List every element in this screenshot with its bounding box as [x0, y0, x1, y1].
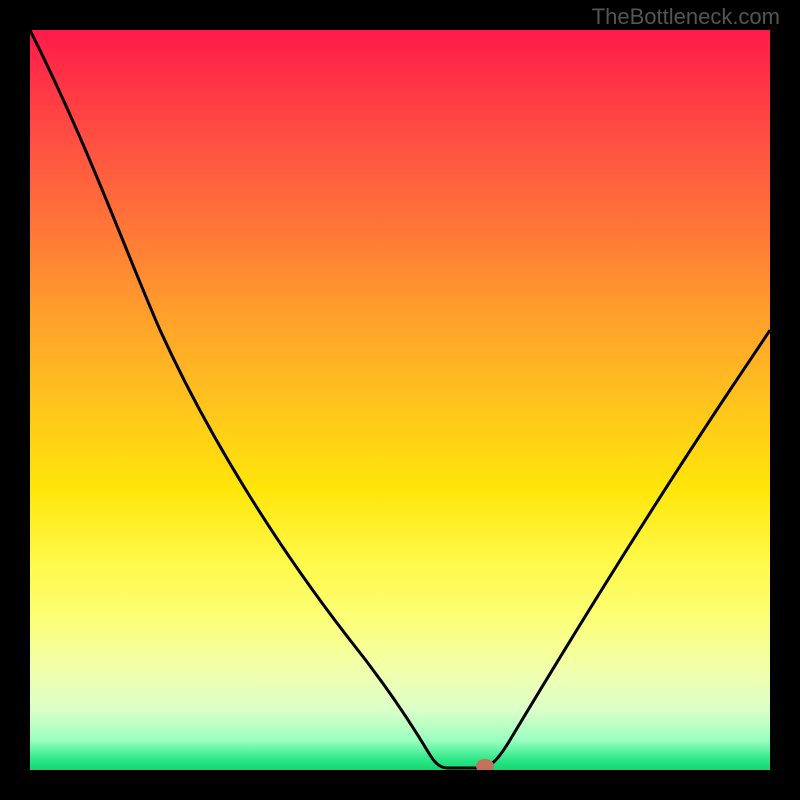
watermark-text: TheBottleneck.com — [592, 4, 780, 30]
optimal-point-marker — [476, 759, 494, 770]
plot-area — [30, 30, 770, 770]
curve-layer — [30, 30, 770, 770]
bottleneck-curve-path — [30, 30, 770, 768]
